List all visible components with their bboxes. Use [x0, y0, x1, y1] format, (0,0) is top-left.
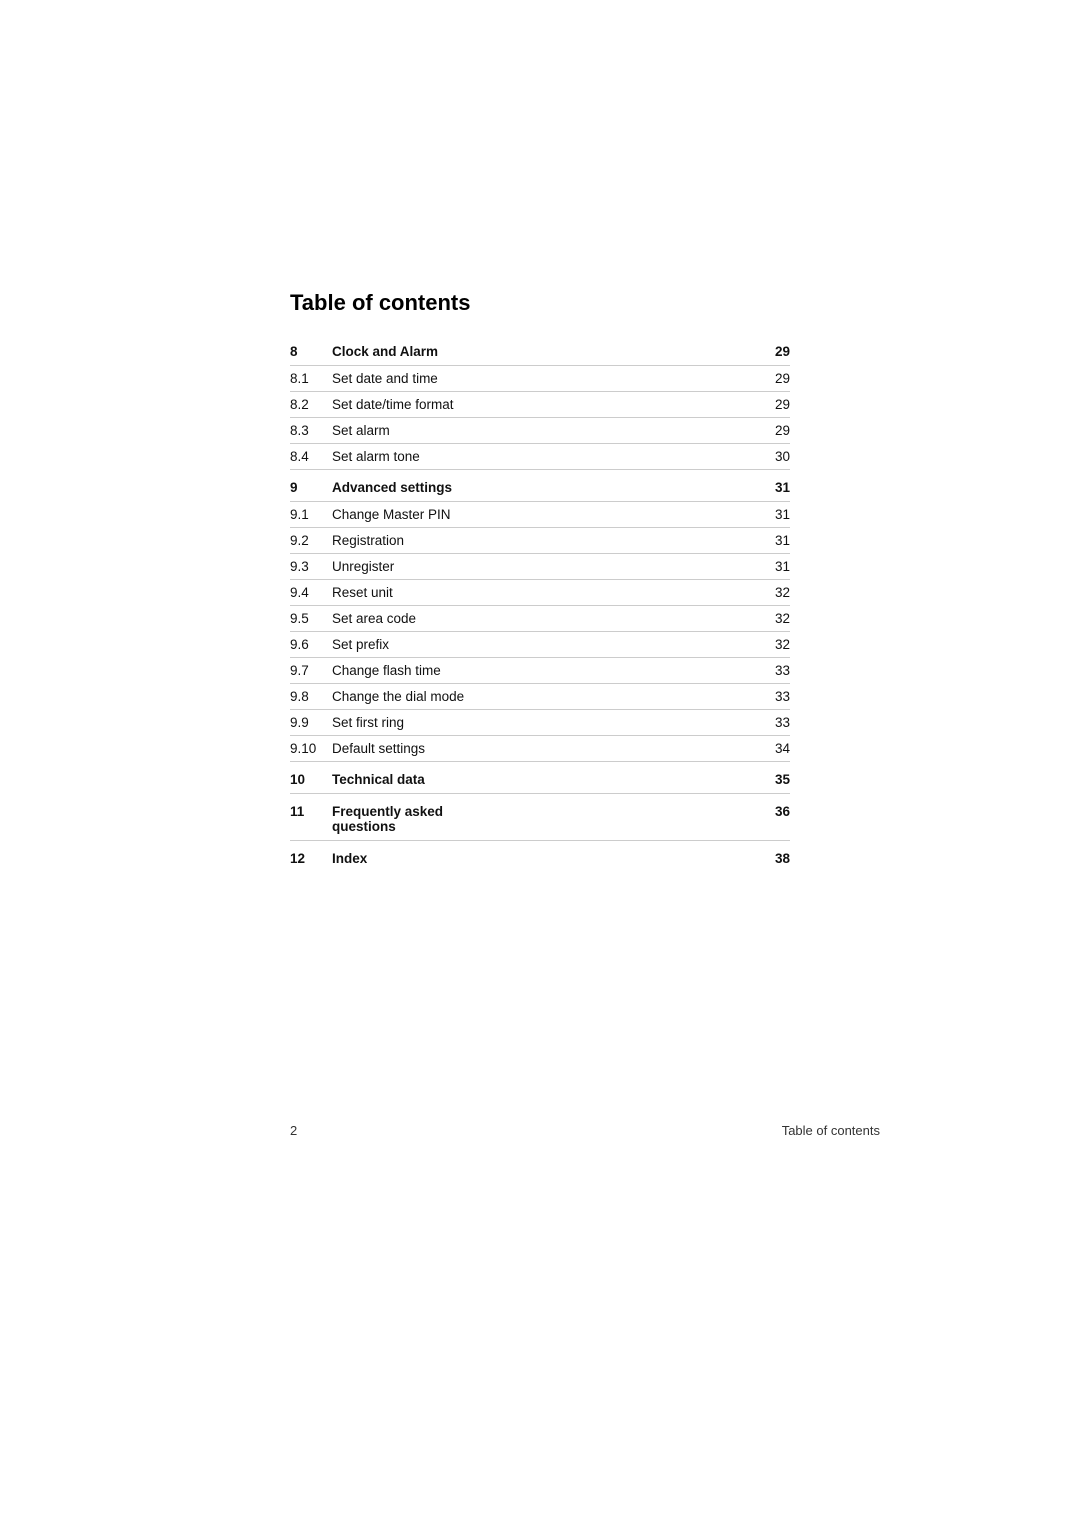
section-8-num: 8 [290, 334, 332, 366]
row-9-1-title: Change Master PIN [332, 502, 755, 528]
toc-section-8: 8 Clock and Alarm 29 [290, 334, 790, 366]
row-8-3-num: 8.3 [290, 418, 332, 444]
section-10-title: Technical data [332, 762, 755, 794]
row-9-3-title: Unregister [332, 554, 755, 580]
row-8-2-title: Set date/time format [332, 392, 755, 418]
toc-row-8-1: 8.1 Set date and time 29 [290, 366, 790, 392]
toc-row-9-6: 9.6 Set prefix 32 [290, 632, 790, 658]
content-area: Table of contents 8 Clock and Alarm 29 8… [290, 290, 790, 872]
toc-row-9-3: 9.3 Unregister 31 [290, 554, 790, 580]
section-11-page: 36 [755, 794, 790, 841]
row-9-8-title: Change the dial mode [332, 684, 755, 710]
toc-section-11: 11 Frequently askedquestions 36 [290, 794, 790, 841]
row-9-8-num: 9.8 [290, 684, 332, 710]
row-9-5-title: Set area code [332, 606, 755, 632]
toc-row-8-2: 8.2 Set date/time format 29 [290, 392, 790, 418]
section-8-title: Clock and Alarm [332, 334, 755, 366]
toc-title: Table of contents [290, 290, 790, 316]
row-9-9-title: Set first ring [332, 710, 755, 736]
row-9-10-title: Default settings [332, 736, 755, 762]
row-9-3-num: 9.3 [290, 554, 332, 580]
section-12-page: 38 [755, 841, 790, 873]
row-9-2-title: Registration [332, 528, 755, 554]
row-9-4-title: Reset unit [332, 580, 755, 606]
page: Table of contents 8 Clock and Alarm 29 8… [0, 0, 1080, 1528]
row-9-5-num: 9.5 [290, 606, 332, 632]
row-8-1-page: 29 [755, 366, 790, 392]
row-9-7-num: 9.7 [290, 658, 332, 684]
section-9-title: Advanced settings [332, 470, 755, 502]
row-8-4-num: 8.4 [290, 444, 332, 470]
row-9-7-title: Change flash time [332, 658, 755, 684]
row-8-3-page: 29 [755, 418, 790, 444]
row-8-4-title: Set alarm tone [332, 444, 755, 470]
toc-row-9-7: 9.7 Change flash time 33 [290, 658, 790, 684]
toc-row-8-3: 8.3 Set alarm 29 [290, 418, 790, 444]
row-9-3-page: 31 [755, 554, 790, 580]
row-9-7-page: 33 [755, 658, 790, 684]
toc-section-12: 12 Index 38 [290, 841, 790, 873]
section-10-num: 10 [290, 762, 332, 794]
toc-row-9-8: 9.8 Change the dial mode 33 [290, 684, 790, 710]
row-9-1-num: 9.1 [290, 502, 332, 528]
toc-row-9-10: 9.10 Default settings 34 [290, 736, 790, 762]
row-9-10-num: 9.10 [290, 736, 332, 762]
row-9-4-num: 9.4 [290, 580, 332, 606]
toc-row-9-2: 9.2 Registration 31 [290, 528, 790, 554]
row-9-10-page: 34 [755, 736, 790, 762]
toc-section-9: 9 Advanced settings 31 [290, 470, 790, 502]
toc-row-9-5: 9.5 Set area code 32 [290, 606, 790, 632]
toc-row-9-4: 9.4 Reset unit 32 [290, 580, 790, 606]
section-11-num: 11 [290, 794, 332, 841]
row-9-1-page: 31 [755, 502, 790, 528]
toc-row-9-9: 9.9 Set first ring 33 [290, 710, 790, 736]
toc-section-10: 10 Technical data 35 [290, 762, 790, 794]
row-8-1-num: 8.1 [290, 366, 332, 392]
section-10-page: 35 [755, 762, 790, 794]
section-11-title: Frequently askedquestions [332, 794, 755, 841]
row-9-9-page: 33 [755, 710, 790, 736]
section-9-num: 9 [290, 470, 332, 502]
section-8-page: 29 [755, 334, 790, 366]
row-8-2-num: 8.2 [290, 392, 332, 418]
section-9-page: 31 [755, 470, 790, 502]
row-9-2-num: 9.2 [290, 528, 332, 554]
footer-toc-label: Table of contents [782, 1123, 880, 1138]
section-12-num: 12 [290, 841, 332, 873]
row-9-6-page: 32 [755, 632, 790, 658]
toc-row-8-4: 8.4 Set alarm tone 30 [290, 444, 790, 470]
row-9-8-page: 33 [755, 684, 790, 710]
toc-row-9-1: 9.1 Change Master PIN 31 [290, 502, 790, 528]
row-8-4-page: 30 [755, 444, 790, 470]
row-9-6-num: 9.6 [290, 632, 332, 658]
toc-table: 8 Clock and Alarm 29 8.1 Set date and ti… [290, 334, 790, 872]
row-8-3-title: Set alarm [332, 418, 755, 444]
row-9-6-title: Set prefix [332, 632, 755, 658]
row-9-4-page: 32 [755, 580, 790, 606]
row-9-5-page: 32 [755, 606, 790, 632]
section-12-title: Index [332, 841, 755, 873]
row-9-2-page: 31 [755, 528, 790, 554]
footer-page-number: 2 [290, 1123, 297, 1138]
row-9-9-num: 9.9 [290, 710, 332, 736]
row-8-1-title: Set date and time [332, 366, 755, 392]
row-8-2-page: 29 [755, 392, 790, 418]
